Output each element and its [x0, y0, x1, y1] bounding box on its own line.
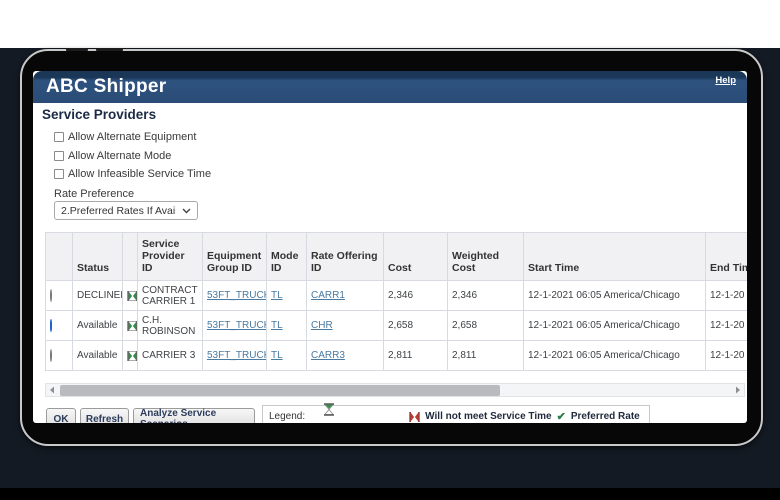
rate-offering-link[interactable]: CARR3	[311, 350, 345, 361]
rate-offering-link[interactable]: CARR1	[311, 290, 345, 301]
refresh-button[interactable]: Refresh	[80, 408, 129, 423]
hourglass-icon	[127, 291, 138, 301]
service-provider-cell: C.H. ROBINSON	[138, 311, 203, 341]
chevron-down-icon	[182, 208, 191, 214]
weighted-cost-cell: 2,658	[448, 311, 524, 341]
ok-button[interactable]: OK	[46, 408, 76, 423]
cost-cell: 2,658	[384, 311, 448, 341]
rate-preference-select[interactable]: 2.Preferred Rates If Available	[54, 201, 198, 220]
checkbox-box[interactable]	[54, 132, 64, 142]
tender-cell	[123, 311, 138, 341]
checkbox-allow-alternate-mode[interactable]: Allow Alternate Mode	[54, 150, 171, 162]
start-time-cell: 12-1-2021 06:05 America/Chicago	[524, 281, 706, 311]
tablet-screen: ABC Shipper Help Service Providers Allow…	[33, 71, 747, 423]
legend-item-label: Preferred Rate	[571, 409, 640, 422]
radio-button[interactable]	[50, 289, 52, 302]
col-rate-offering: Rate Offering ID	[307, 233, 384, 281]
check-icon: ✔	[557, 409, 566, 423]
legend-item-label: Will not meet Service Time	[425, 409, 551, 422]
checkbox-allow-infeasible-service-time[interactable]: Allow Infeasible Service Time	[54, 168, 211, 180]
equipment-group-link[interactable]: 53FT_TRUCK	[207, 350, 267, 361]
page-title: Service Providers	[42, 107, 156, 122]
col-equipment-group: Equipment Group ID	[203, 233, 267, 281]
providers-table: Status Service Provider ID Equipment Gro…	[45, 232, 747, 371]
col-cost: Cost	[384, 233, 448, 281]
page-background: ABC Shipper Help Service Providers Allow…	[0, 0, 780, 500]
end-time-cell: 12-1-20	[706, 341, 748, 371]
table-row: DECLINED CONTRACT CARRIER 1 53FT_TRUCK T…	[46, 281, 748, 311]
col-flag	[123, 233, 138, 281]
equipment-group-link[interactable]: 53FT_TRUCK	[207, 290, 267, 301]
scrollbar-thumb[interactable]	[60, 385, 500, 396]
checkbox-allow-alternate-equipment[interactable]: Allow Alternate Equipment	[54, 131, 196, 143]
app-title: ABC Shipper	[46, 76, 166, 98]
status-cell: DECLINED	[73, 281, 123, 311]
rate-offering-link[interactable]: CHR	[311, 320, 333, 331]
scroll-right-arrow-icon[interactable]	[732, 384, 744, 396]
mode-link[interactable]: TL	[271, 320, 283, 331]
table-row: Available C.H. ROBINSON 53FT_TRUCK TL CH…	[46, 311, 748, 341]
legend-box: Legend: Will not meet Service Time ✔ Pre…	[262, 405, 650, 423]
horizontal-scrollbar[interactable]	[45, 383, 745, 397]
mode-link[interactable]: TL	[271, 290, 283, 301]
status-cell: Available	[73, 311, 123, 341]
tender-cell	[123, 341, 138, 371]
scroll-left-arrow-icon[interactable]	[46, 384, 58, 396]
col-status: Status	[73, 233, 123, 281]
analyze-service-scenarios-button[interactable]: Analyze Service Scenarios	[133, 408, 255, 423]
weighted-cost-cell: 2,346	[448, 281, 524, 311]
end-time-cell: 12-1-20	[706, 281, 748, 311]
legend-hourglass-icon	[324, 403, 334, 416]
equipment-group-link[interactable]: 53FT_TRUCK	[207, 320, 267, 331]
checkbox-label: Allow Infeasible Service Time	[68, 168, 211, 180]
mode-link[interactable]: TL	[271, 350, 283, 361]
col-weighted-cost: Weighted Cost	[448, 233, 524, 281]
radio-button[interactable]	[50, 349, 52, 362]
hourglass-icon	[127, 351, 138, 361]
cost-cell: 2,811	[384, 341, 448, 371]
status-cell: Available	[73, 341, 123, 371]
tablet-frame: ABC Shipper Help Service Providers Allow…	[20, 49, 763, 446]
table-header-row: Status Service Provider ID Equipment Gro…	[46, 233, 748, 281]
col-service-provider: Service Provider ID	[138, 233, 203, 281]
tablet-button-left	[66, 48, 88, 51]
cost-cell: 2,346	[384, 281, 448, 311]
tablet-button-right	[96, 48, 123, 51]
rate-preference-value: 2.Preferred Rates If Available	[61, 205, 176, 217]
checkbox-label: Allow Alternate Equipment	[68, 131, 196, 143]
checkbox-box[interactable]	[54, 169, 64, 179]
weighted-cost-cell: 2,811	[448, 341, 524, 371]
checkbox-label: Allow Alternate Mode	[68, 150, 171, 162]
end-time-cell: 12-1-20	[706, 311, 748, 341]
will-not-meet-service-time-icon	[409, 412, 420, 422]
help-link[interactable]: Help	[715, 75, 736, 86]
checkbox-box[interactable]	[54, 151, 64, 161]
app-header: ABC Shipper Help	[33, 71, 747, 103]
legend-label: Legend:	[269, 409, 305, 422]
start-time-cell: 12-1-2021 06:05 America/Chicago	[524, 341, 706, 371]
col-radio	[46, 233, 73, 281]
tender-cell	[123, 281, 138, 311]
radio-button-selected[interactable]	[50, 319, 52, 332]
table-row: Available CARRIER 3 53FT_TRUCK TL CARR3 …	[46, 341, 748, 371]
col-end-time: End Time	[706, 233, 748, 281]
service-provider-cell: CARRIER 3	[138, 341, 203, 371]
col-start-time: Start Time	[524, 233, 706, 281]
hourglass-icon	[127, 321, 138, 331]
col-mode: Mode ID	[267, 233, 307, 281]
service-provider-cell: CONTRACT CARRIER 1	[138, 281, 203, 311]
bottom-black-band	[0, 488, 780, 500]
rate-preference-label: Rate Preference	[54, 188, 134, 200]
start-time-cell: 12-1-2021 06:05 America/Chicago	[524, 311, 706, 341]
